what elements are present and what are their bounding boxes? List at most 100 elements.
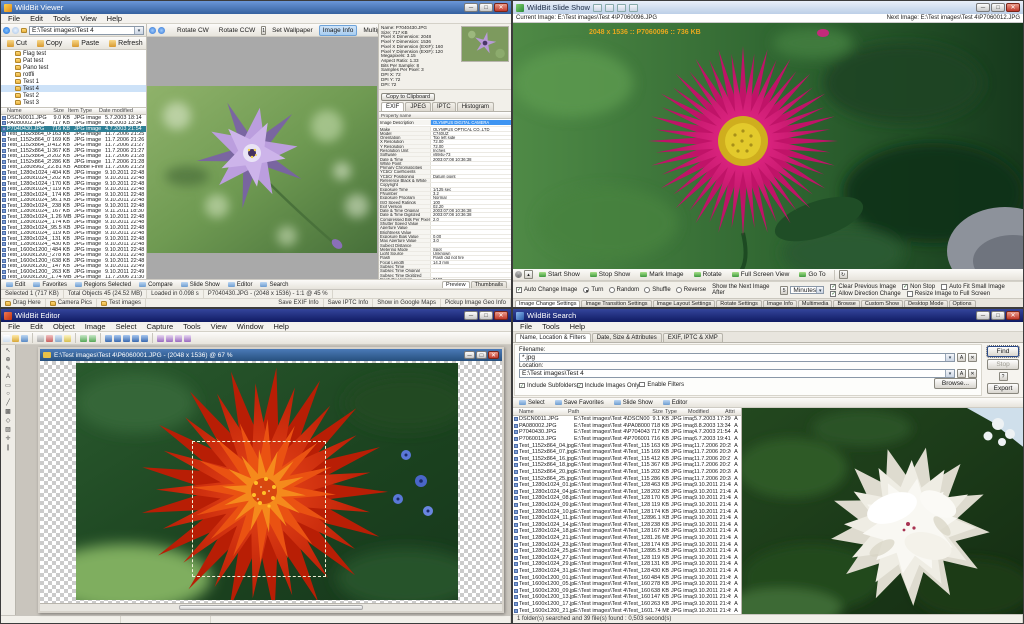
table-row[interactable]: P7040430.JPG E:\Test images\Test 4\P7040… bbox=[513, 429, 741, 436]
select-tool[interactable]: ↖ bbox=[5, 347, 10, 354]
tree-item[interactable]: Flag test bbox=[1, 50, 146, 57]
menu-item[interactable]: Tools bbox=[178, 322, 206, 331]
toolbar-button[interactable]: Refresh bbox=[105, 38, 146, 49]
toolbar-button[interactable]: Paste bbox=[68, 38, 103, 49]
brush-tool[interactable]: ❙ bbox=[5, 444, 10, 451]
scrollbar-thumb[interactable] bbox=[179, 605, 364, 610]
menu-item[interactable]: Window bbox=[232, 322, 269, 331]
actual-size-icon[interactable] bbox=[132, 335, 139, 342]
search-option-checkbox[interactable]: Include Subfolders bbox=[519, 382, 577, 389]
doc-maximize-button[interactable]: □ bbox=[476, 351, 487, 359]
fill-tool[interactable]: ▩ bbox=[5, 408, 11, 415]
menu-item[interactable]: Tools bbox=[48, 14, 76, 23]
view-mode-tab[interactable]: Preview bbox=[442, 281, 470, 288]
mode-radio[interactable]: Random bbox=[609, 287, 640, 293]
zoom-out-icon[interactable] bbox=[114, 335, 121, 342]
bottom-toolbar-button[interactable]: Compare bbox=[136, 281, 176, 289]
table-row[interactable]: Test_1280x1024_21.jpg E:\Test images\Tes… bbox=[513, 535, 741, 542]
table-row[interactable]: Test_1280x1024_11.jpg E:\Test images\Tes… bbox=[513, 515, 741, 522]
slideshow-control-button[interactable]: Full Screen View bbox=[728, 269, 794, 280]
results-toolbar-button[interactable]: Slide Show bbox=[610, 399, 657, 407]
close-button[interactable]: ✕ bbox=[494, 311, 508, 320]
table-row[interactable]: Test_1280x1024_04.jpg E:\Test images\Tes… bbox=[513, 489, 741, 496]
tree-item[interactable]: Test 3 bbox=[1, 99, 146, 106]
table-row[interactable]: Test_1600x1200_01.jpg E:\Test images\Tes… bbox=[513, 574, 741, 581]
help-icon[interactable]: ? bbox=[999, 372, 1008, 381]
tree-item[interactable]: Test 2 bbox=[1, 92, 146, 99]
bottom-toolbar-button[interactable]: Regions Selected bbox=[72, 281, 134, 289]
table-row[interactable]: Test_1152x864_07.jpg E:\Test images\Test… bbox=[513, 449, 741, 456]
menu-item[interactable]: Image bbox=[80, 322, 111, 331]
bottom-toolbar-button[interactable]: Edit bbox=[3, 281, 28, 289]
gear-icon[interactable] bbox=[515, 271, 522, 278]
zoom-stepper[interactable]: 1 bbox=[261, 26, 266, 35]
metadata-tab[interactable]: IPTC bbox=[432, 102, 456, 111]
titlebar-tool-icon[interactable] bbox=[605, 4, 614, 12]
settings-tab[interactable]: Rotate Settings bbox=[716, 300, 762, 307]
bottom-toolbar-button[interactable]: Slide Show bbox=[178, 281, 223, 289]
interval-unit-select[interactable]: Minutes▾ bbox=[790, 286, 824, 294]
search-tab[interactable]: EXIF, IPTC & XMP bbox=[663, 333, 723, 342]
horizontal-scrollbar[interactable] bbox=[40, 603, 502, 611]
table-row[interactable]: Test_1280x1024_31.jpg E:\Test images\Tes… bbox=[513, 568, 741, 575]
tree-item[interactable]: Pano test bbox=[1, 64, 146, 71]
settings-tab[interactable]: Image Change Settings bbox=[515, 300, 580, 307]
cut-icon[interactable] bbox=[46, 335, 53, 342]
filename-clear-button[interactable]: ✕ bbox=[968, 353, 977, 362]
property-row[interactable]: Image Description OLYMPUS DIGITAL CAMERA bbox=[379, 119, 511, 127]
menu-item[interactable]: Help bbox=[565, 322, 590, 331]
menu-item[interactable]: Object bbox=[48, 322, 80, 331]
metadata-tab[interactable]: Histogram bbox=[457, 102, 494, 111]
location-history-button[interactable]: A bbox=[957, 369, 966, 378]
table-row[interactable]: Test_1600x1200_09.jpg E:\Test images\Tes… bbox=[513, 587, 741, 594]
document-titlebar[interactable]: E:\Test images\Test 4\P6060001.JPG - (20… bbox=[40, 349, 502, 361]
slideshow-image-area[interactable]: 2048 x 1536 :: P7060096 :: 736 KB bbox=[513, 23, 1023, 269]
rotate-ccw-button[interactable]: Rotate CCW bbox=[215, 25, 259, 36]
results-header[interactable]: Name Path Size Type Modified Attributes bbox=[513, 408, 741, 416]
save-icon[interactable] bbox=[21, 335, 28, 342]
search-option-checkbox[interactable]: Enable Filters bbox=[639, 381, 684, 388]
chevron-down-icon[interactable]: ▾ bbox=[945, 354, 954, 361]
export-button[interactable]: Export bbox=[987, 383, 1019, 394]
slideshow-control-button[interactable]: Go To bbox=[795, 269, 829, 280]
pencil-tool[interactable]: ✎ bbox=[5, 365, 10, 372]
stop-button[interactable]: Stop bbox=[987, 359, 1019, 370]
paste-icon[interactable] bbox=[64, 335, 71, 342]
location-input[interactable]: E:\Test images\Test 4▾ bbox=[519, 369, 955, 378]
fit-view-icon[interactable] bbox=[123, 335, 130, 342]
chevron-down-icon[interactable]: ▾ bbox=[945, 370, 954, 377]
table-row[interactable]: Test_1152x864_18.jpg E:\Test images\Test… bbox=[513, 462, 741, 469]
table-row[interactable]: Test_1280x1024_10.jpg E:\Test images\Tes… bbox=[513, 508, 741, 515]
rect-tool[interactable]: ▭ bbox=[5, 382, 11, 389]
results-toolbar-button[interactable]: Editor bbox=[659, 399, 692, 407]
table-row[interactable]: Test_1152x864_16.jpg E:\Test images\Test… bbox=[513, 456, 741, 463]
eraser-tool[interactable]: ▨ bbox=[5, 426, 11, 433]
tree-item[interactable]: Test 1 bbox=[1, 78, 146, 85]
tree-item[interactable]: Test 4 bbox=[1, 85, 146, 92]
picker-tool[interactable]: ✛ bbox=[5, 435, 10, 442]
spin-buttons[interactable]: ▴ bbox=[524, 270, 533, 279]
settings-tab[interactable]: Desktop Mode bbox=[904, 300, 947, 307]
option-checkbox[interactable]: Clear Previous Image bbox=[830, 284, 896, 290]
menu-item[interactable]: Help bbox=[102, 14, 127, 23]
search-titlebar[interactable]: WildBit Search ─ □ ✕ bbox=[513, 309, 1023, 322]
result-preview-pane[interactable] bbox=[742, 408, 1023, 614]
open-icon[interactable] bbox=[12, 335, 19, 342]
results-toolbar-button[interactable]: Save Favorites bbox=[551, 399, 608, 407]
settings-tab[interactable]: Custom Show bbox=[861, 300, 903, 307]
option-checkbox[interactable]: Resize Image to Full Screen bbox=[907, 291, 990, 297]
titlebar-tool-icon[interactable] bbox=[629, 4, 638, 12]
minimize-button[interactable]: ─ bbox=[464, 311, 478, 320]
doc-close-button[interactable]: ✕ bbox=[488, 351, 499, 359]
settings-tab[interactable]: Image Layout Settings bbox=[653, 300, 716, 307]
menu-item[interactable]: Edit bbox=[25, 14, 48, 23]
maximize-button[interactable]: □ bbox=[479, 311, 493, 320]
doc-minimize-button[interactable]: ─ bbox=[464, 351, 475, 359]
crop-icon[interactable] bbox=[157, 335, 164, 342]
chevron-down-icon[interactable]: ▾ bbox=[134, 27, 143, 34]
search-tab[interactable]: Date, Size & Attributes bbox=[592, 333, 662, 342]
table-row[interactable]: Test_1600x1200_05.jpg E:\Test images\Tes… bbox=[513, 581, 741, 588]
rotate-icon[interactable] bbox=[175, 335, 182, 342]
ellipse-tool[interactable]: ○ bbox=[6, 391, 10, 397]
canvas-area[interactable] bbox=[40, 361, 502, 603]
